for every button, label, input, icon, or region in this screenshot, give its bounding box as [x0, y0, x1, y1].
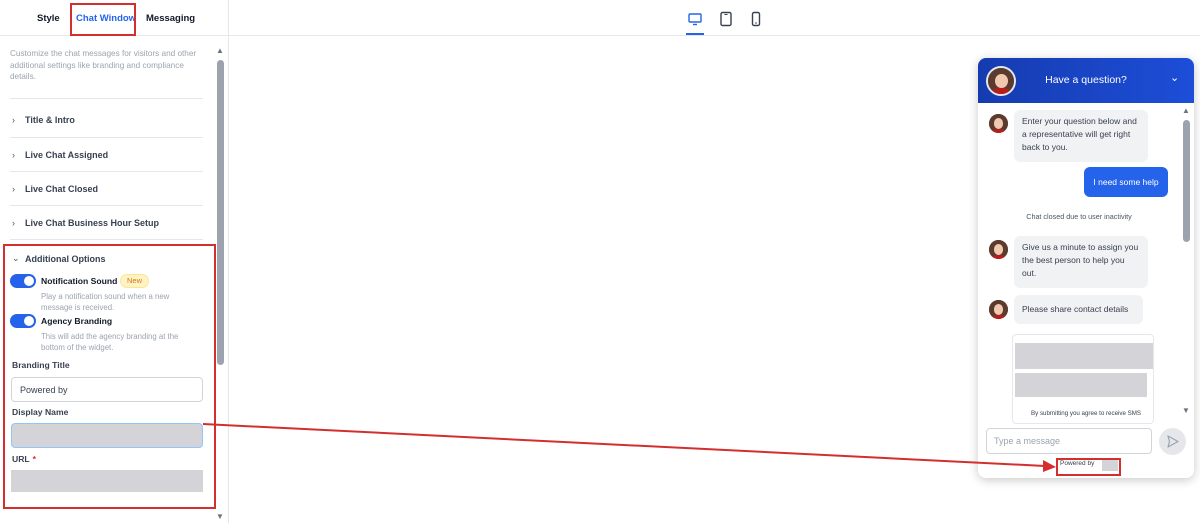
- desktop-icon[interactable]: [687, 11, 703, 27]
- agent-message: Please share contact details: [1014, 295, 1143, 324]
- section-live-chat-assigned[interactable]: › Live Chat Assigned: [12, 150, 108, 160]
- tab-messaging[interactable]: Messaging: [146, 13, 195, 24]
- send-button[interactable]: [1159, 428, 1186, 455]
- device-preview-bar: [229, 0, 1200, 36]
- section-title-intro[interactable]: › Title & Intro: [12, 115, 75, 125]
- divider: [10, 205, 203, 206]
- scroll-up-icon[interactable]: ▲: [216, 46, 224, 55]
- section-label: Live Chat Assigned: [25, 150, 109, 160]
- avatar: [989, 240, 1008, 259]
- avatar: [989, 300, 1008, 319]
- scroll-up-icon[interactable]: ▲: [1182, 106, 1190, 115]
- agent-message: Enter your question below and a represen…: [1014, 110, 1148, 162]
- panel-scrollbar[interactable]: [217, 60, 224, 365]
- form-field[interactable]: [1015, 343, 1153, 369]
- send-icon: [1167, 435, 1179, 448]
- agent-message: Give us a minute to assign you the best …: [1014, 236, 1148, 288]
- form-field[interactable]: [1015, 373, 1147, 397]
- scroll-down-icon[interactable]: ▼: [216, 512, 224, 521]
- tablet-icon[interactable]: [718, 11, 734, 27]
- divider: [10, 98, 203, 99]
- chevron-right-icon: ›: [12, 115, 15, 125]
- chat-widget-preview: Have a question? ⌄ Enter your question b…: [978, 58, 1194, 478]
- avatar: [989, 114, 1008, 133]
- divider: [10, 137, 203, 138]
- chevron-right-icon: ›: [12, 184, 15, 194]
- widget-scrollbar[interactable]: [1183, 120, 1190, 242]
- user-message: I need some help: [1084, 167, 1168, 197]
- annotation-box-tab: [70, 3, 136, 36]
- section-live-chat-closed[interactable]: › Live Chat Closed: [12, 184, 98, 194]
- chevron-down-icon[interactable]: ⌄: [1170, 71, 1179, 84]
- message-input[interactable]: Type a message: [986, 428, 1152, 454]
- system-message: Chat closed due to user inactivity: [1026, 212, 1132, 221]
- widget-header: Have a question? ⌄: [978, 58, 1194, 103]
- section-business-hour[interactable]: › Live Chat Business Hour Setup: [12, 218, 159, 228]
- chevron-right-icon: ›: [12, 150, 15, 160]
- annotation-box-options: [3, 244, 216, 509]
- annotation-box-powered: [1056, 458, 1121, 476]
- section-label: Live Chat Closed: [25, 184, 99, 194]
- sms-consent-note: By submitting you agree to receive SMS: [1031, 410, 1142, 417]
- chevron-right-icon: ›: [12, 218, 15, 228]
- section-label: Title & Intro: [25, 115, 75, 125]
- section-label: Live Chat Business Hour Setup: [25, 218, 160, 228]
- mobile-icon[interactable]: [748, 11, 764, 27]
- panel-description: Customize the chat messages for visitors…: [10, 49, 197, 81]
- scroll-down-icon[interactable]: ▼: [1182, 406, 1190, 415]
- divider: [10, 239, 203, 240]
- tab-style[interactable]: Style: [37, 13, 60, 24]
- divider: [10, 171, 203, 172]
- widget-title: Have a question?: [1045, 74, 1127, 86]
- settings-panel: Style Chat Window Messaging Customize th…: [0, 0, 229, 523]
- active-device-indicator: [686, 33, 704, 35]
- contact-form-card: By submitting you agree to receive SMS: [1012, 334, 1154, 424]
